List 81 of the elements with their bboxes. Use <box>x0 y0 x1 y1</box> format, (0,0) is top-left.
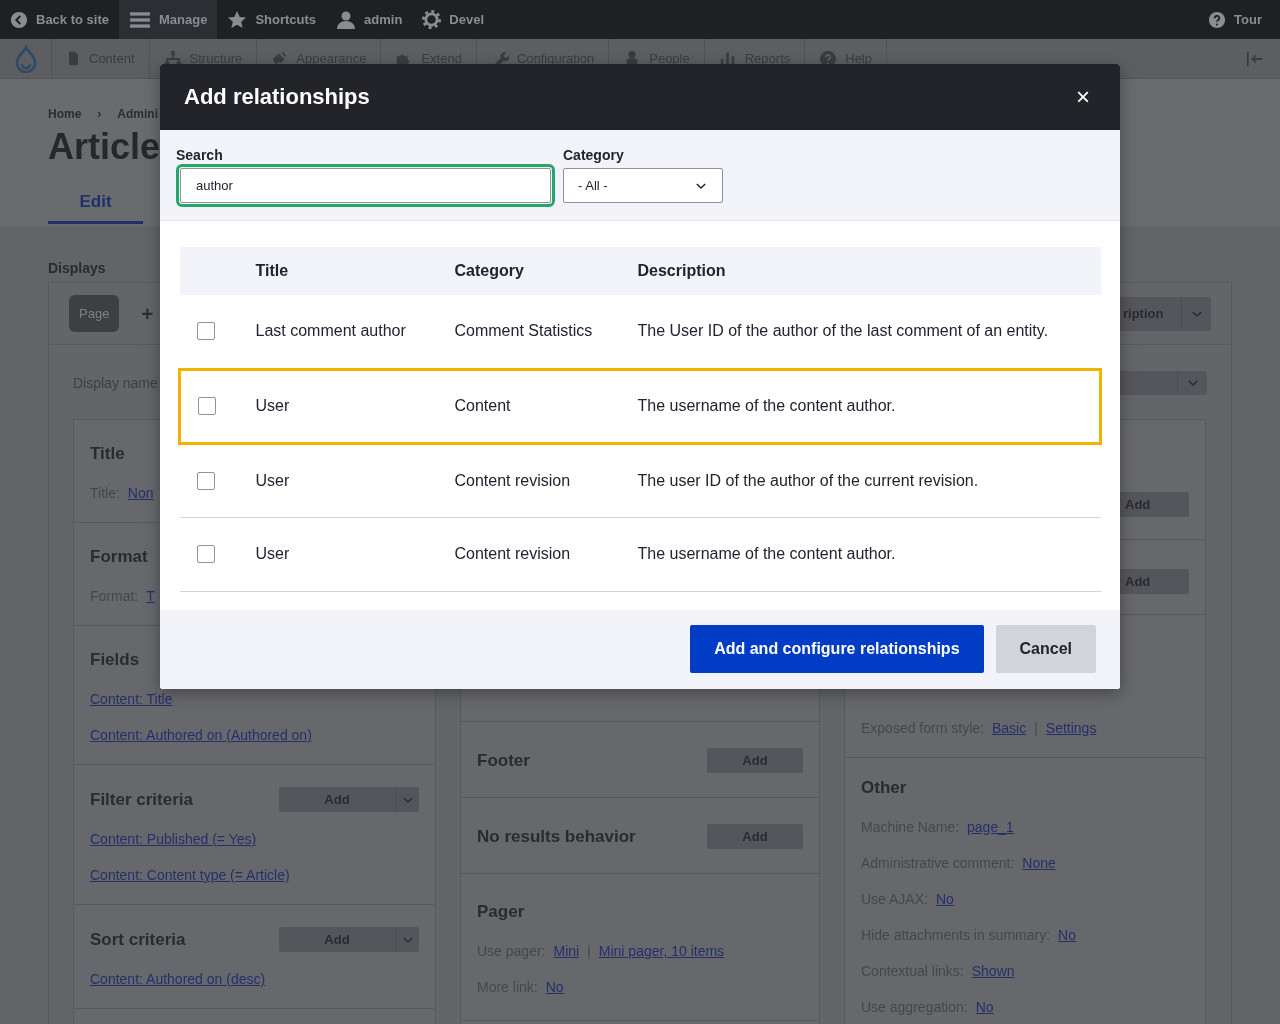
field-label: Category <box>563 146 625 164</box>
table-row[interactable]: User Content revision The username of the content author. <box>179 517 1101 591</box>
table-cell: Content <box>453 369 637 443</box>
link[interactable]: Content: Authored on (desc) <box>90 970 266 988</box>
section-heading: Displays <box>48 259 106 278</box>
link[interactable]: Basic <box>991 719 1027 737</box>
table-cell: Content revision <box>453 443 637 517</box>
gear-icon <box>422 10 442 29</box>
section-title: Filter criteria <box>90 788 193 811</box>
checkbox[interactable] <box>196 322 215 341</box>
collapse-icon <box>1246 49 1264 68</box>
submit-button[interactable]: Add and configure relationships <box>690 625 984 673</box>
link[interactable]: Content: Title <box>90 690 173 708</box>
dialog-title: Add relationships <box>184 83 370 111</box>
table-row[interactable]: Last comment author Comment Statistics The User ID of the author of the last comment of an entity. <box>179 295 1101 369</box>
checkbox[interactable] <box>196 545 215 563</box>
file-icon <box>66 51 81 66</box>
link[interactable]: Non <box>127 484 154 502</box>
column-header: Description <box>636 247 1101 295</box>
table-cell: The username of the content author. <box>636 517 1101 591</box>
field-label: Search <box>176 146 224 164</box>
table-cell: Content revision <box>453 517 637 591</box>
link[interactable]: Settings <box>1045 719 1097 737</box>
cancel-button[interactable]: Cancel <box>995 625 1096 673</box>
link[interactable]: No <box>935 890 954 908</box>
section-title: Other <box>861 777 907 799</box>
checkbox[interactable] <box>198 397 216 415</box>
toolbar-item[interactable]: Manage <box>119 0 218 39</box>
table-cell: User <box>254 443 454 517</box>
section-title: Sort criteria <box>90 928 186 951</box>
breadcrumb-link[interactable]: Home <box>48 105 82 123</box>
link[interactable]: Content: Authored on (Authored on) <box>90 726 312 744</box>
section-title: Footer <box>477 749 530 772</box>
link[interactable]: Mini pager, 10 items <box>598 942 725 960</box>
checkbox[interactable] <box>196 471 215 490</box>
link[interactable]: Content: Published (= Yes) <box>90 830 257 848</box>
link[interactable]: No <box>1058 926 1076 944</box>
link[interactable]: T <box>146 587 155 605</box>
table-cell: Last comment author <box>254 295 454 369</box>
toolbar-item[interactable]: Devel <box>412 0 495 39</box>
table-cell: The username of the content author. <box>636 369 1101 443</box>
help-icon <box>1208 10 1227 29</box>
tab[interactable]: Edit <box>48 179 143 224</box>
column-header: Category <box>453 247 637 295</box>
link[interactable]: page_1 <box>967 818 1014 836</box>
toolbar-item[interactable]: admin <box>326 0 413 39</box>
breadcrumb-separator: › <box>97 106 102 123</box>
page-title: Article <box>48 125 161 169</box>
table-cell: Comment Statistics <box>453 295 637 369</box>
link[interactable]: No <box>545 978 564 996</box>
brush-icon <box>271 50 289 67</box>
table-cell: The User ID of the author of the last comment of an entity. <box>636 295 1101 369</box>
table-cell: The user ID of the author of the current revision. <box>636 443 1101 517</box>
toolbar-item[interactable]: Shortcuts <box>217 0 327 39</box>
breadcrumb-link[interactable]: Admini <box>117 105 158 123</box>
link[interactable]: Mini <box>553 942 580 960</box>
table-cell: User <box>254 369 454 443</box>
link[interactable]: No <box>975 998 994 1016</box>
link[interactable]: Shown <box>971 962 1015 980</box>
link[interactable]: None <box>1022 854 1056 872</box>
section-title: Format <box>90 546 148 568</box>
display-tab[interactable]: Page <box>69 295 120 332</box>
table-row[interactable]: User Content revision The user ID of the author of the current revision. <box>179 443 1101 517</box>
toolbar-item[interactable]: Back to site <box>0 0 119 39</box>
tour-button[interactable]: Tour <box>1198 0 1272 39</box>
close-button[interactable]: × <box>1070 83 1096 111</box>
star-icon <box>227 9 248 30</box>
add-display-link[interactable]: + <box>141 298 154 329</box>
section-title: No results behavior <box>477 825 636 848</box>
back-icon <box>10 10 28 29</box>
column-header: Title <box>254 247 454 295</box>
separator: | <box>587 942 591 960</box>
link[interactable]: Content: Content type (= Article) <box>90 866 290 884</box>
separator: | <box>1034 719 1038 737</box>
section-title: Pager <box>477 901 525 923</box>
section-title: Title <box>90 443 125 465</box>
section-title: Fields <box>90 649 140 671</box>
category-select[interactable]: - All - <box>563 168 723 203</box>
person-icon <box>336 9 357 30</box>
highlighted-row[interactable]: User Content The username of the content author. <box>179 369 1101 443</box>
table-cell: User <box>254 517 454 591</box>
